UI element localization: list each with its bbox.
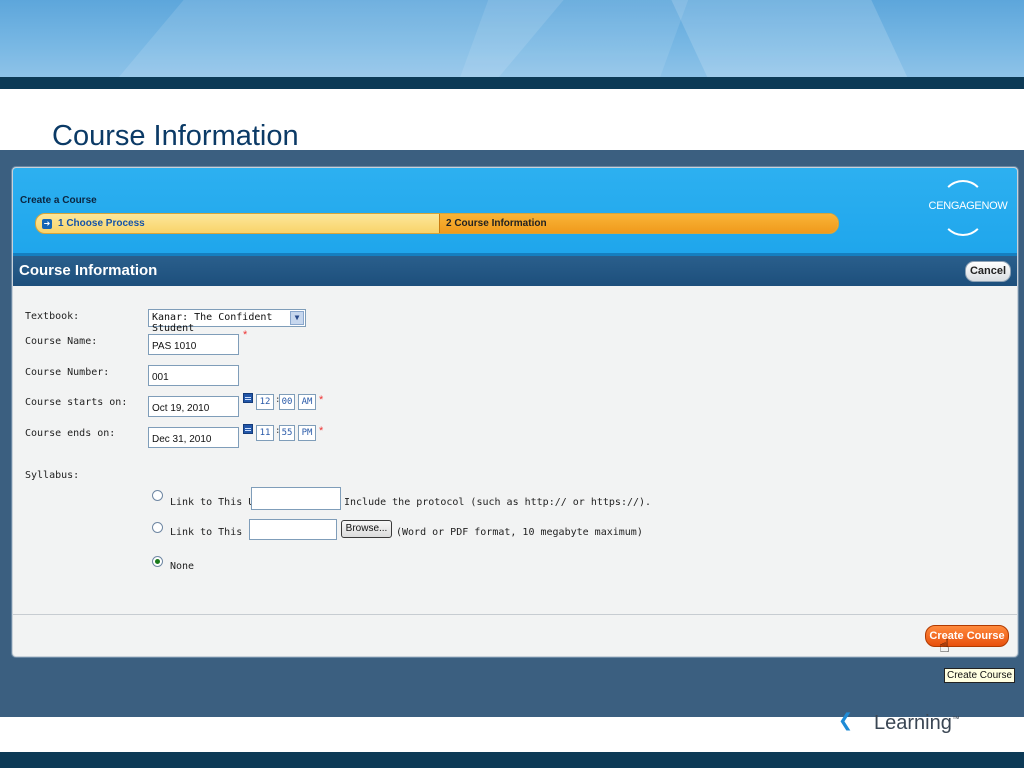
end-ampm-field[interactable]: PM [298, 425, 316, 441]
none-label: None [170, 561, 195, 572]
slide-bottom-bar [0, 752, 1024, 768]
create-course-tooltip: Create Course [944, 668, 1016, 683]
syllabus-label: Syllabus: [25, 470, 80, 481]
banner-shape [652, 0, 928, 78]
logo-arc [941, 192, 985, 236]
step-course-information: 2 Course Information [439, 214, 838, 233]
course-starts-label: Course starts on: [25, 397, 128, 408]
course-ends-label: Course ends on: [25, 428, 116, 439]
course-number-label: Course Number: [25, 367, 110, 378]
course-name-field[interactable]: PAS 1010 [148, 334, 239, 355]
slide-title: Course Information [52, 120, 299, 152]
section-header: Course Information Cancel [13, 256, 1017, 286]
section-title: Course Information [19, 262, 158, 279]
app-window: Create a Course ➜ 1 Choose Process 2 Cou… [12, 167, 1018, 657]
browse-button[interactable]: Browse... [341, 520, 392, 538]
textbook-label: Textbook: [25, 311, 80, 322]
brand-name: CENGAGENOW [928, 200, 1008, 212]
learning-brand-text: Learning [874, 712, 952, 734]
learning-brand: Learning™ [874, 712, 960, 735]
create-course-button[interactable]: Create Course [925, 625, 1009, 647]
link-file-hint: (Word or PDF format, 10 megabyte maximum… [396, 527, 643, 538]
course-form: Textbook: Kanar: The Confident Student ▼… [13, 286, 1017, 615]
calendar-icon[interactable] [243, 424, 253, 434]
chevron-down-icon: ▼ [290, 311, 304, 325]
link-url-hint: Include the protocol (such as http:// or… [344, 497, 652, 508]
arrow-right-icon: ➜ [42, 218, 52, 229]
calendar-icon[interactable] [243, 393, 253, 403]
form-footer: Create Course [13, 615, 1017, 656]
course-name-label: Course Name: [25, 336, 98, 347]
syllabus-none-radio[interactable] [152, 556, 163, 567]
syllabus-url-field[interactable] [251, 487, 341, 510]
syllabus-file-radio[interactable] [152, 522, 163, 533]
textbook-select[interactable]: Kanar: The Confident Student ▼ [148, 309, 306, 334]
slide-banner [0, 0, 1024, 78]
step-course-information-label: 2 Course Information [446, 218, 547, 229]
syllabus-file-field[interactable] [249, 519, 337, 540]
course-number-field[interactable]: 001 [148, 365, 239, 386]
slide-banner-bar [0, 77, 1024, 89]
step-choose-process[interactable]: ➜ 1 Choose Process [36, 214, 436, 233]
start-minute-field[interactable]: 00 [279, 394, 295, 410]
screenshot-frame: Create a Course ➜ 1 Choose Process 2 Cou… [0, 150, 1024, 717]
wizard-header: Create a Course ➜ 1 Choose Process 2 Cou… [13, 168, 1017, 256]
start-hour-field[interactable]: 12 [256, 394, 274, 410]
wizard-title: Create a Course [20, 195, 97, 206]
start-ampm-field[interactable]: AM [298, 394, 316, 410]
end-hour-field[interactable]: 11 [256, 425, 274, 441]
cengagenow-logo: CENGAGENOW [921, 180, 1015, 236]
required-mark: * [243, 329, 248, 341]
syllabus-url-radio[interactable] [152, 490, 163, 501]
required-mark: * [319, 394, 324, 406]
required-mark: * [319, 425, 324, 437]
progress-bar: ➜ 1 Choose Process 2 Course Information [35, 213, 839, 234]
step-choose-process-label: 1 Choose Process [58, 218, 145, 229]
end-date-field[interactable]: Dec 31, 2010 [148, 427, 239, 448]
end-minute-field[interactable]: 55 [279, 425, 295, 441]
trademark: ™ [951, 714, 960, 724]
cancel-button[interactable]: Cancel [965, 261, 1011, 282]
learning-mark-icon: ❮ [838, 710, 854, 731]
cengage-learning-logo: ❮ Learning™ [838, 708, 998, 744]
textbook-select-value: Kanar: The Confident Student [152, 312, 273, 334]
hand-cursor-icon: ☝ [939, 636, 950, 657]
start-date-field[interactable]: Oct 19, 2010 [148, 396, 239, 417]
